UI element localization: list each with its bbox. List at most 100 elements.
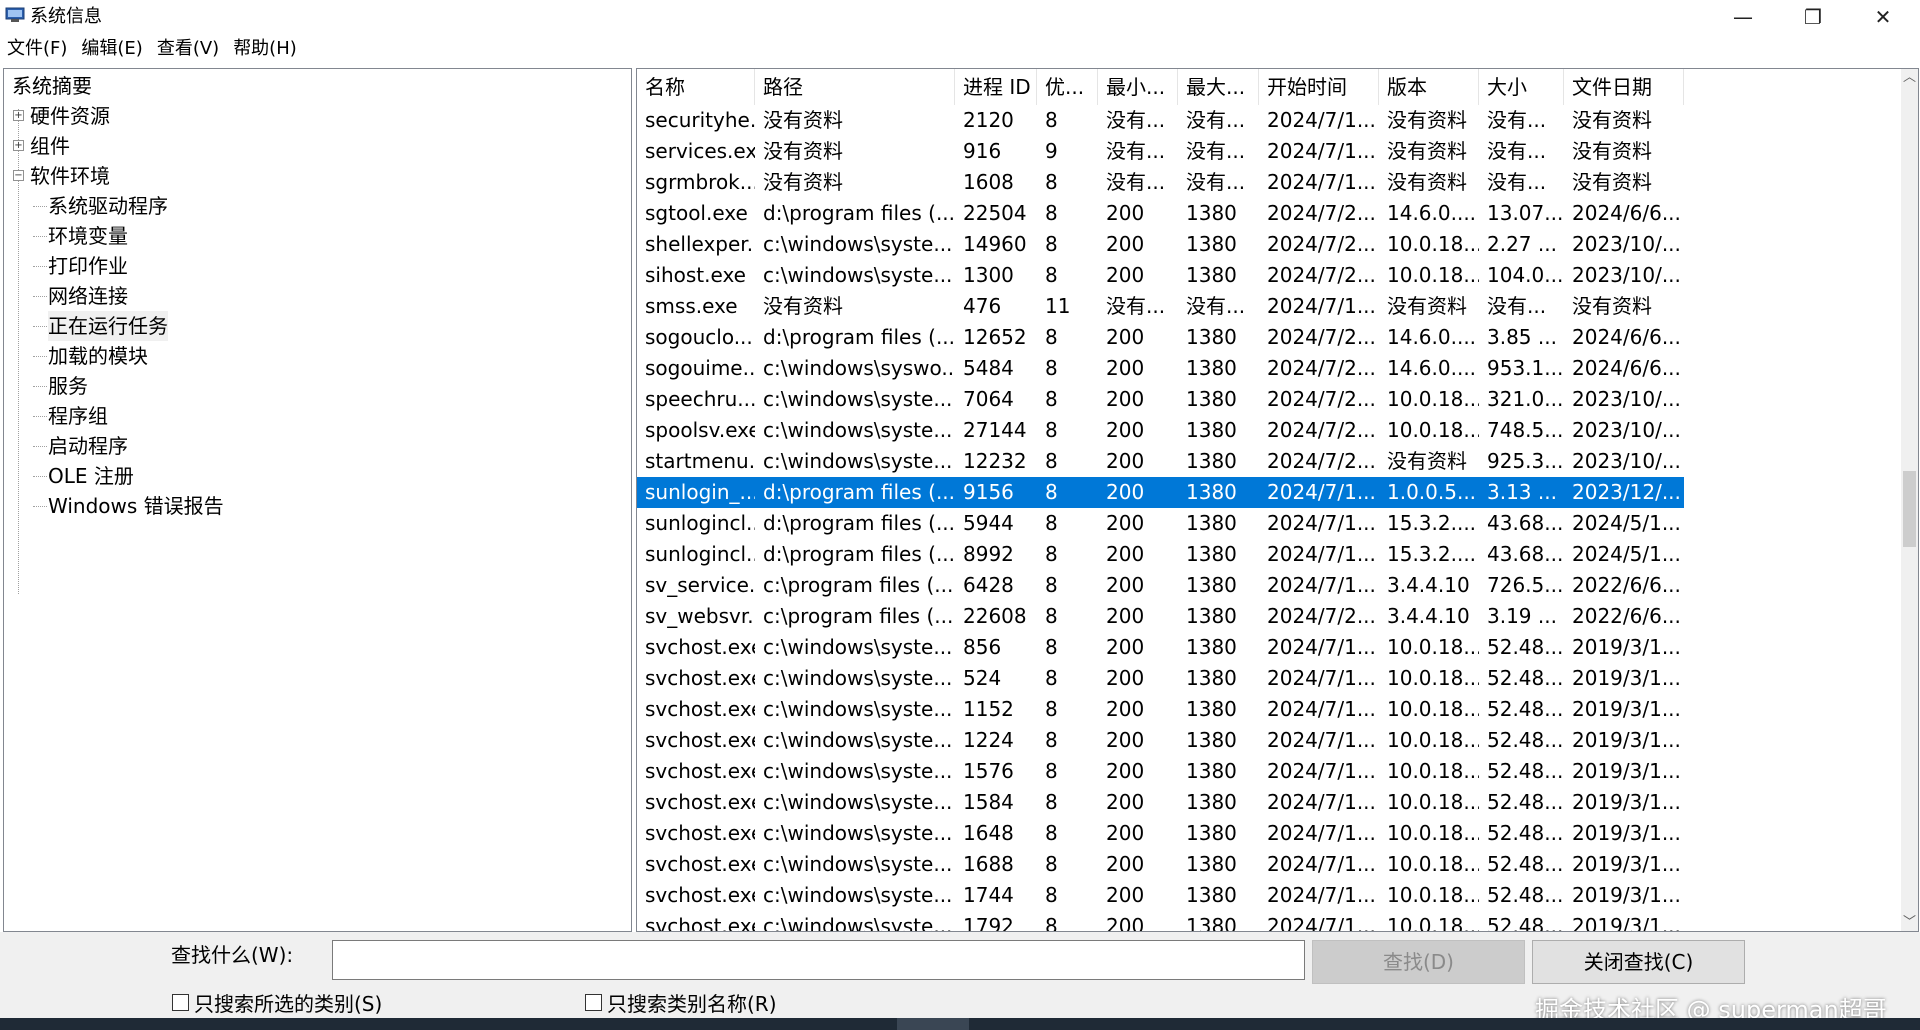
cell-version: 没有资料 bbox=[1387, 108, 1467, 132]
cell-priority: 8 bbox=[1045, 542, 1058, 566]
close-button[interactable]: ✕ bbox=[1848, 0, 1918, 34]
cell-priority: 8 bbox=[1045, 852, 1058, 876]
scroll-thumb[interactable] bbox=[1903, 471, 1916, 547]
menu-file[interactable]: 文件(F) bbox=[0, 34, 74, 64]
table-row[interactable]: svchost.exe c:\windows\syste... 1152 8 200 13… bbox=[637, 694, 1903, 725]
cell-name: sunlogin_... bbox=[645, 480, 755, 504]
tree-item-print-jobs[interactable]: 打印作业 bbox=[48, 251, 128, 281]
find-input[interactable] bbox=[332, 940, 1305, 980]
table-row[interactable]: sgtool.exe d:\program files (... 22504 8 200… bbox=[637, 198, 1903, 229]
expand-icon[interactable]: + bbox=[13, 140, 24, 151]
table-row[interactable]: svchost.exe c:\windows\syste... 1648 8 200 13… bbox=[637, 818, 1903, 849]
column-header-priority[interactable]: 优... bbox=[1037, 69, 1098, 105]
tree-connector bbox=[33, 416, 47, 417]
menu-view[interactable]: 查看(V) bbox=[150, 34, 226, 64]
tree-item-windows-error-reporting[interactable]: Windows 错误报告 bbox=[48, 491, 224, 521]
table-row[interactable]: svchost.exe c:\windows\syste... 1584 8 200 13… bbox=[637, 787, 1903, 818]
search-selected-category-option[interactable]: 只搜索所选的类别(S) bbox=[172, 990, 382, 1016]
column-header-version[interactable]: 版本 bbox=[1379, 69, 1479, 105]
table-row[interactable]: sogouclo... d:\program files (... 12652 8 20… bbox=[637, 322, 1903, 353]
column-header-path[interactable]: 路径 bbox=[755, 69, 955, 105]
cell-min-working-set: 200 bbox=[1106, 821, 1145, 845]
vertical-scrollbar[interactable]: ︿ ﹀ bbox=[1901, 69, 1918, 931]
menu-help[interactable]: 帮助(H) bbox=[226, 34, 304, 64]
cell-max-working-set: 1380 bbox=[1186, 325, 1237, 349]
table-row[interactable]: svchost.exe c:\windows\syste... 1688 8 200 13… bbox=[637, 849, 1903, 880]
table-row[interactable]: sogouime... c:\windows\syswo... 5484 8 200 13… bbox=[637, 353, 1903, 384]
tree-item-system-drivers[interactable]: 系统驱动程序 bbox=[48, 191, 168, 221]
collapse-icon[interactable]: − bbox=[13, 170, 24, 181]
tree-item-env-vars[interactable]: 环境变量 bbox=[48, 221, 128, 251]
scroll-up-icon[interactable]: ︿ bbox=[1901, 69, 1918, 86]
cell-priority: 8 bbox=[1045, 790, 1058, 814]
search-category-names-option[interactable]: 只搜索类别名称(R) bbox=[585, 990, 777, 1016]
minimize-button[interactable]: — bbox=[1708, 0, 1778, 34]
cell-size: 321.0... bbox=[1487, 387, 1564, 411]
scroll-down-icon[interactable]: ﹀ bbox=[1901, 914, 1918, 931]
tree-item-software[interactable]: 软件环境 bbox=[30, 161, 110, 191]
cell-max-working-set: 1380 bbox=[1186, 604, 1237, 628]
table-row[interactable]: svchost.exe c:\windows\syste... 1224 8 200 13… bbox=[637, 725, 1903, 756]
checkbox-icon[interactable] bbox=[585, 993, 602, 1011]
tree-item-program-groups[interactable]: 程序组 bbox=[48, 401, 108, 431]
tree-item-network-connections[interactable]: 网络连接 bbox=[48, 281, 128, 311]
cell-start-time: 2024/7/1... bbox=[1267, 852, 1376, 876]
cell-name: svchost.exe bbox=[645, 728, 755, 752]
tree-item-loaded-modules[interactable]: 加载的模块 bbox=[48, 341, 148, 371]
tree-item-startup-programs[interactable]: 启动程序 bbox=[48, 431, 128, 461]
cell-name: svchost.exe bbox=[645, 852, 755, 876]
tree-item-running-tasks[interactable]: 正在运行任务 bbox=[48, 311, 168, 341]
table-row[interactable]: securityhe... 没有资料 2120 8 没有... 没有... 2024/7/1… bbox=[637, 105, 1903, 136]
table-row[interactable]: smss.exe 没有资料 476 11 没有... 没有... 2024/7/1... 没有… bbox=[637, 291, 1903, 322]
column-header-max-working-set[interactable]: 最大... bbox=[1178, 69, 1259, 105]
task-list: 名称 路径 进程 ID 优... 最小... 最大... 开始时间 版本 大小 … bbox=[636, 68, 1919, 932]
column-header-start-time[interactable]: 开始时间 bbox=[1259, 69, 1379, 105]
table-row[interactable]: svchost.exe c:\windows\syste... 1576 8 200 13… bbox=[637, 756, 1903, 787]
cell-max-working-set: 1380 bbox=[1186, 449, 1237, 473]
close-find-button[interactable]: 关闭查找(C) bbox=[1532, 940, 1745, 984]
table-row[interactable]: sunlogincl... d:\program files (... 5944 8 2… bbox=[637, 508, 1903, 539]
table-row[interactable]: services.exe 没有资料 916 9 没有... 没有... 2024/7/1..… bbox=[637, 136, 1903, 167]
cell-pid: 916 bbox=[963, 139, 1002, 163]
table-row[interactable]: sunlogincl... d:\program files (... 8992 8 2… bbox=[637, 539, 1903, 570]
table-row[interactable]: sgrmbrok... 没有资料 1608 8 没有... 没有... 2024/7/1..… bbox=[637, 167, 1903, 198]
cell-pid: 1224 bbox=[963, 728, 1014, 752]
column-header-min-working-set[interactable]: 最小... bbox=[1098, 69, 1178, 105]
column-header-name[interactable]: 名称 bbox=[637, 69, 755, 105]
table-row[interactable]: svchost.exe c:\windows\syste... 524 8 200 138… bbox=[637, 663, 1903, 694]
taskbar-item[interactable] bbox=[897, 1018, 969, 1030]
menu-edit[interactable]: 编辑(E) bbox=[74, 34, 149, 64]
column-header-size[interactable]: 大小 bbox=[1479, 69, 1564, 105]
tree-item-components[interactable]: 组件 bbox=[30, 131, 70, 161]
table-row[interactable]: speechru... c:\windows\syste... 7064 8 200 13… bbox=[637, 384, 1903, 415]
table-row[interactable]: sv_websvr... c:\program files (... 22608 8 2… bbox=[637, 601, 1903, 632]
maximize-button[interactable]: ❐ bbox=[1778, 0, 1848, 34]
column-header-pid[interactable]: 进程 ID bbox=[955, 69, 1037, 105]
table-row[interactable]: sunlogin_... d:\program files (... 9156 8 20… bbox=[637, 477, 1684, 508]
cell-version: 14.6.0.... bbox=[1387, 325, 1477, 349]
cell-max-working-set: 1380 bbox=[1186, 511, 1237, 535]
tree-item-hardware[interactable]: 硬件资源 bbox=[30, 101, 110, 131]
cell-max-working-set: 没有... bbox=[1186, 294, 1246, 318]
tree-item-system-summary[interactable]: 系统摘要 bbox=[12, 71, 92, 101]
column-header-file-date[interactable]: 文件日期 bbox=[1564, 69, 1684, 105]
tree-connector bbox=[33, 356, 47, 357]
table-row[interactable]: spoolsv.exe c:\windows\syste... 27144 8 200 1… bbox=[637, 415, 1903, 446]
table-row[interactable]: svchost.exe c:\windows\syste... 1744 8 200 13… bbox=[637, 880, 1903, 911]
table-row[interactable]: sihost.exe c:\windows\syste... 1300 8 200 138… bbox=[637, 260, 1903, 291]
cell-start-time: 2024/7/1... bbox=[1267, 635, 1376, 659]
table-row[interactable]: startmenu... c:\windows\syste... 12232 8 200… bbox=[637, 446, 1903, 477]
cell-min-working-set: 200 bbox=[1106, 759, 1145, 783]
cell-version: 没有资料 bbox=[1387, 170, 1467, 194]
table-row[interactable]: shellexper... c:\windows\syste... 14960 8 20… bbox=[637, 229, 1903, 260]
cell-max-working-set: 1380 bbox=[1186, 418, 1237, 442]
table-row[interactable]: svchost.exe c:\windows\syste... 1792 8 200 13… bbox=[637, 911, 1903, 931]
checkbox-icon[interactable] bbox=[172, 993, 189, 1011]
expand-icon[interactable]: + bbox=[13, 110, 24, 121]
tree-item-ole-registration[interactable]: OLE 注册 bbox=[48, 461, 134, 491]
cell-max-working-set: 没有... bbox=[1186, 170, 1246, 194]
tree-item-services[interactable]: 服务 bbox=[48, 371, 88, 401]
table-row[interactable]: svchost.exe c:\windows\syste... 856 8 200 138… bbox=[637, 632, 1903, 663]
table-row[interactable]: sv_service... c:\program files (... 6428 8 2… bbox=[637, 570, 1903, 601]
find-button[interactable]: 查找(D) bbox=[1312, 940, 1525, 984]
